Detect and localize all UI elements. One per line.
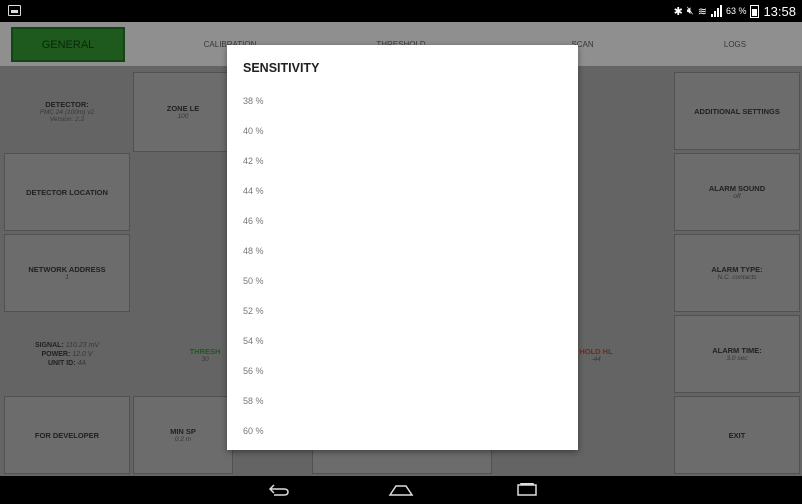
sensitivity-option[interactable]: 38 % [243,88,563,114]
sensitivity-option[interactable]: 44 % [243,178,563,204]
back-icon[interactable] [264,480,294,500]
sensitivity-option[interactable]: 60 % [243,418,563,444]
navigation-bar [0,476,802,504]
sensitivity-option[interactable]: 46 % [243,208,563,234]
sensitivity-option[interactable]: 48 % [243,238,563,264]
sensitivity-option[interactable]: 52 % [243,298,563,324]
sensitivity-option[interactable]: 58 % [243,388,563,414]
wifi-icon: ≋ [697,5,707,18]
dialog-title: SENSITIVITY [243,61,320,75]
home-icon[interactable] [386,480,416,500]
clock: 13:58 [763,3,796,19]
sensitivity-dialog: SENSITIVITY 38 % 40 % 42 % 44 % 46 % 48 … [227,45,578,450]
signal-icon [710,5,722,17]
bluetooth-icon: ✱ [673,5,683,18]
battery-icon [750,4,760,18]
recent-apps-icon[interactable] [512,480,542,500]
battery-percent: 63 % [725,6,747,16]
status-icons: ✱ 🔇︎ ≋ 63 % 13:58 [674,2,796,20]
sensitivity-option[interactable]: 40 % [243,118,563,144]
status-bar: ✱ 🔇︎ ≋ 63 % 13:58 [0,0,802,22]
sensitivity-option[interactable]: 56 % [243,358,563,384]
mute-icon: 🔇︎ [686,4,694,17]
screenshot-notification-icon [8,5,21,16]
sensitivity-option[interactable]: 54 % [243,328,563,354]
sensitivity-option[interactable]: 42 % [243,148,563,174]
sensitivity-option[interactable]: 50 % [243,268,563,294]
